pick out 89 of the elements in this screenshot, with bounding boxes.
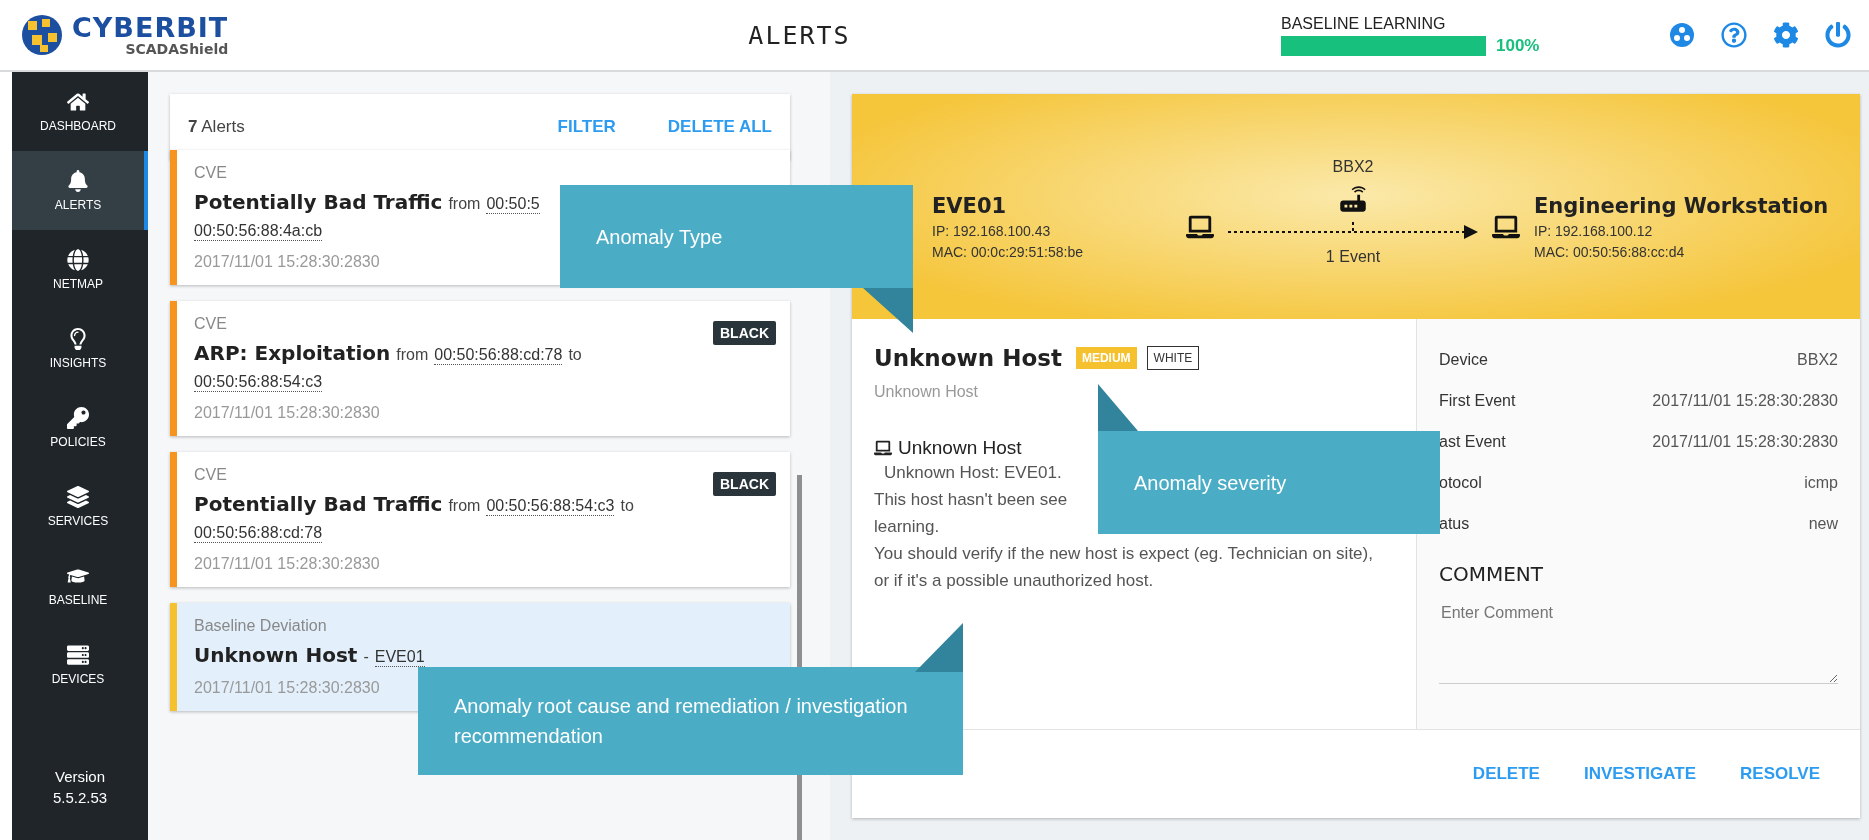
alert-card[interactable]: CVE ARP: Exploitation from 00:50:56:88:cd:78 to 00:50:56:88:54:c3 2017/11/01 15:28:30:2830 BLACK [170, 301, 790, 436]
severity-tag: WHITE [1146, 346, 1200, 370]
callout-tooltip: Anomaly Type [560, 185, 913, 288]
nav-item[interactable]: SERVICES [12, 467, 148, 546]
comment-field[interactable]: Enter Comment [1439, 600, 1838, 684]
comment-heading: COMMENT [1439, 562, 1545, 586]
product-name: SCADAShield [125, 40, 229, 57]
users-icon[interactable] [1669, 22, 1695, 48]
key-icon [67, 406, 89, 429]
alert-category: Baseline Deviation [194, 617, 328, 635]
baseline-percent: 100% [1496, 35, 1540, 56]
alert-time: 2017/11/01 15:28:30:2830 [194, 555, 381, 573]
description-text: Unknown Host: EVE01. [883, 462, 1062, 484]
property-value: new [1808, 514, 1838, 533]
severity-tag: MEDIUM [1075, 347, 1137, 369]
tag-label: BLACK [713, 472, 776, 496]
callout-tooltip: Anomaly root cause and remediation / investigation recommendation [418, 667, 963, 775]
nav-item[interactable]: NETMAP [12, 230, 148, 309]
host-mac: MAC: 00:0c:29:51:58:be [932, 243, 1084, 260]
version-number: 5.5.2.53 [52, 789, 108, 806]
mac-address[interactable]: 00:50:56:88:54:c3 [486, 497, 615, 516]
host-name: Engineering Workstation [1534, 193, 1830, 218]
nav-item[interactable]: DEVICES [12, 625, 148, 704]
property-label: atus [1439, 514, 1470, 533]
alert-title: Potentially Bad Traffic [194, 190, 443, 214]
alert-title: Unknown Host [194, 643, 358, 667]
alert-text: - [363, 648, 369, 666]
alert-text: from [396, 346, 429, 364]
mac-address[interactable]: 00:50:56:88:4a:cb [194, 222, 323, 241]
server-icon [67, 643, 89, 666]
property-label: ast Event [1439, 432, 1506, 451]
nav-item[interactable]: ALERTS [12, 151, 148, 230]
alert-time: 2017/11/01 15:28:30:2830 [194, 679, 381, 697]
property-value: icmp [1804, 473, 1838, 492]
brand-name: CYBERBIT [72, 13, 229, 41]
version-label: Version [54, 768, 105, 785]
home-icon [67, 90, 89, 113]
property-value: 2017/11/01 15:28:30:2830 [1652, 432, 1838, 451]
page-title: ALERTS [748, 20, 851, 50]
alert-text: to [620, 497, 634, 515]
alert-category: CVE [194, 164, 228, 182]
property-label: otocol [1439, 473, 1482, 492]
description-heading: Unknown Host [898, 437, 1022, 459]
property-label: First Event [1439, 391, 1516, 410]
callout-tooltip: Anomaly severity [1098, 431, 1440, 534]
globe-icon [67, 248, 89, 271]
mac-address[interactable]: 00:50:56:88:cd:78 [434, 346, 563, 365]
nav-item[interactable]: BASELINE [12, 546, 148, 625]
mac-address[interactable]: 00:50:5 [486, 195, 540, 214]
host-ip: IP: 192.168.100.12 [1534, 222, 1654, 239]
lightbulb-icon [67, 327, 89, 350]
help-icon[interactable] [1721, 22, 1747, 48]
bell-icon [67, 169, 89, 192]
description-text: You should verify if the new host is expect (eg. Technician on site), or if it's a possible unauthorized host. [874, 543, 1374, 592]
alert-time: 2017/11/01 15:28:30:2830 [194, 404, 381, 422]
layers-icon [67, 485, 89, 508]
nav-item[interactable]: INSIGHTS [12, 309, 148, 388]
description-text: This host hasn't been see [874, 489, 1068, 511]
host-ip: IP: 192.168.100.43 [932, 222, 1052, 239]
alert-text: from [448, 497, 481, 515]
nav-item[interactable]: DASHBOARD [12, 72, 148, 151]
baseline-label: BASELINE LEARNING [1281, 14, 1447, 33]
pointer-tooltip [1098, 384, 1138, 431]
nav-item[interactable]: POLICIES [12, 388, 148, 467]
alert-subtitle: Unknown Host [874, 383, 980, 401]
property-value: BBX2 [1797, 350, 1838, 369]
host-name: EVE01 [932, 193, 1008, 218]
alert-time: 2017/11/01 15:28:30:2830 [194, 253, 381, 271]
tag-label: BLACK [713, 321, 776, 345]
pointer-tooltip [863, 288, 913, 333]
alert-heading: Unknown Host [874, 345, 1062, 371]
mac-address[interactable]: 00:50:56:88:54:c3 [194, 373, 323, 392]
settings-icon[interactable] [1773, 22, 1799, 48]
event-count: 1 Event [1325, 247, 1381, 266]
host-mac: MAC: 00:50:56:88:cc:d4 [1534, 243, 1686, 260]
pointer-tooltip [915, 623, 963, 672]
property-value: 2017/11/01 15:28:30:2830 [1652, 391, 1838, 410]
alert-count: 7 Alerts [188, 117, 245, 137]
alert-card[interactable]: CVE Potentially Bad Traffic from 00:50:56:88:54:c3 to 00:50:56:88:cd:78 2017/11/01 15:28:30:2830 BLACK [170, 452, 790, 587]
mac-address[interactable]: 00:50:56:88:cd:78 [194, 524, 323, 543]
description-text: learning. [874, 516, 940, 538]
property-label: Device [1439, 350, 1488, 369]
alert-text: from [448, 195, 481, 213]
alert-text: to [568, 346, 582, 364]
power-icon[interactable] [1825, 22, 1851, 48]
alert-title: ARP: Exploitation [194, 341, 391, 365]
laptop-icon [874, 439, 892, 457]
device-name: BBX2 [1332, 157, 1374, 176]
alert-title: Potentially Bad Traffic [194, 492, 443, 516]
